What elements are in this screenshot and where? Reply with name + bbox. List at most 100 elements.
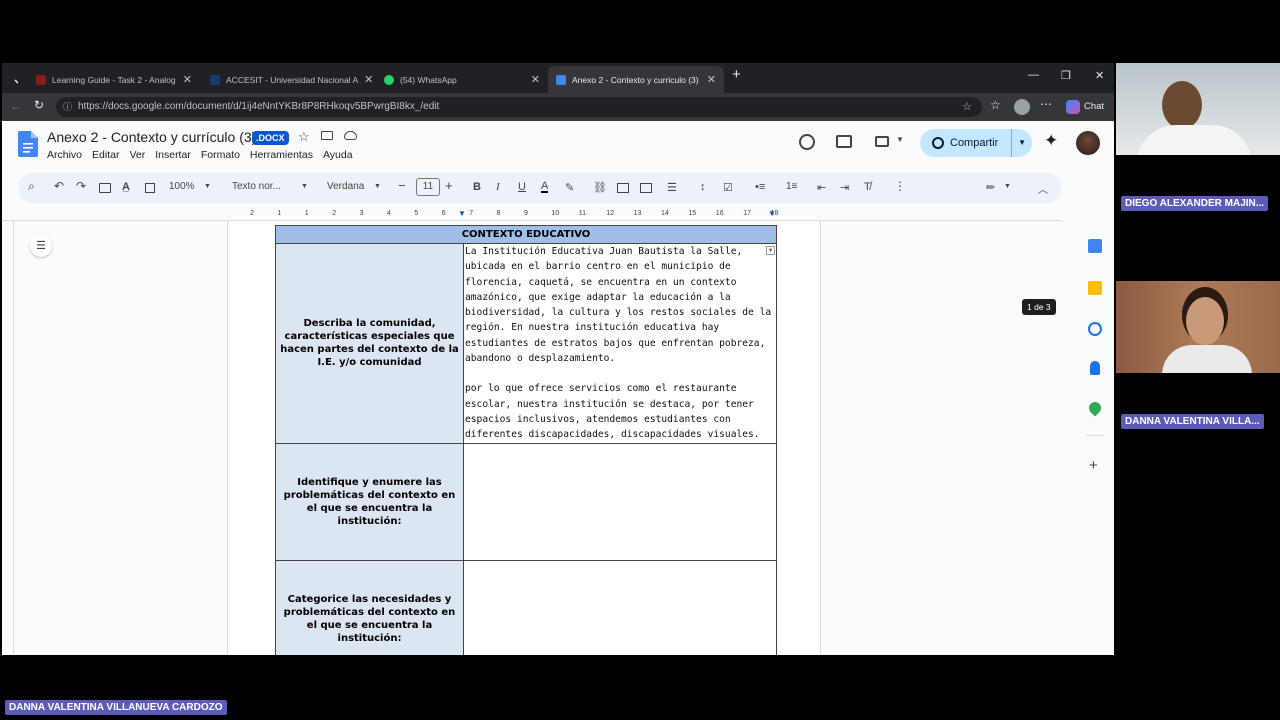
minimize-button[interactable]: — (1028, 69, 1039, 81)
answer-cell[interactable]: ▼ La Institución Educativa Juan Bautista… (463, 243, 777, 444)
video-tile-danna[interactable] (1116, 281, 1280, 373)
decrease-indent-icon[interactable]: ⇤ (817, 181, 826, 194)
chevron-down-icon[interactable]: ▼ (1004, 183, 1011, 190)
chevron-down-icon[interactable]: ▼ (204, 183, 211, 190)
collapse-toolbar-icon[interactable]: ︿ (1038, 181, 1048, 196)
comments-icon[interactable] (836, 135, 852, 148)
indent-marker[interactable]: ▼ (458, 209, 466, 218)
chevron-down-icon[interactable]: ▼ (374, 183, 381, 190)
print-icon[interactable] (99, 183, 111, 193)
answer-cell[interactable] (463, 442, 777, 561)
favorites-icon[interactable]: ☆ (990, 98, 1001, 112)
close-icon[interactable]: ✕ (707, 73, 716, 86)
document-title[interactable]: Anexo 2 - Contexto y currículo (3) (47, 129, 256, 145)
back-icon[interactable]: ← (10, 99, 22, 113)
horizontal-ruler[interactable]: 2 1 1 2 3 4 5 6 7 8 9 10 11 12 13 14 15 16 17 18 ▼ ▼ (2, 209, 1062, 221)
paint-format-icon[interactable] (145, 183, 155, 193)
menu-herramientas[interactable]: Herramientas (250, 149, 313, 161)
checklist-icon[interactable]: ☑ (723, 181, 733, 194)
copilot-icon[interactable] (1066, 100, 1080, 114)
chevron-down-icon[interactable]: ▼ (301, 183, 308, 190)
maximize-button[interactable]: ❐ (1061, 69, 1071, 82)
profile-avatar[interactable] (1014, 99, 1030, 115)
text-color-icon[interactable]: A (541, 181, 549, 193)
editing-mode-icon[interactable]: ✏ (986, 181, 995, 194)
menu-editar[interactable]: Editar (92, 149, 119, 161)
move-folder-icon[interactable] (321, 131, 333, 140)
bulleted-list-icon[interactable]: •≡ (755, 181, 765, 193)
outline-icon[interactable]: ☰ (30, 235, 52, 257)
search-menus-icon[interactable]: ⌕ (28, 179, 35, 194)
tasks-icon[interactable] (1088, 322, 1102, 336)
meet-icon[interactable] (875, 136, 889, 147)
close-icon[interactable]: ✕ (364, 73, 373, 86)
document-canvas[interactable]: ☰ CONTEXTO EDUCATIVO Describa la comunid… (2, 221, 1062, 655)
tab-anexo-active[interactable]: Anexo 2 - Contexto y curriculo (3) ✕ (548, 66, 724, 93)
menu-insertar[interactable]: Insertar (155, 149, 191, 161)
question-cell[interactable]: Categorice las necesidades y problemátic… (275, 559, 464, 655)
docs-logo-icon[interactable] (18, 131, 38, 157)
spellcheck-icon[interactable]: A̲ (122, 181, 130, 193)
reload-icon[interactable]: ↻ (34, 98, 44, 112)
calendar-icon[interactable] (1088, 239, 1102, 253)
align-icon[interactable]: ☰ (667, 181, 677, 194)
font-size-input[interactable]: 11 (416, 178, 440, 196)
decrease-font-icon[interactable]: − (398, 178, 406, 193)
bold-icon[interactable]: B (473, 181, 481, 193)
underline-icon[interactable]: U (518, 181, 526, 193)
undo-icon[interactable]: ↶ (54, 179, 64, 193)
gemini-icon[interactable]: ✦ (1044, 131, 1058, 151)
increase-indent-icon[interactable]: ⇥ (840, 181, 849, 194)
indent-marker[interactable]: ▼ (768, 209, 776, 218)
cloud-status-icon[interactable] (344, 131, 357, 140)
url-field[interactable]: ⓘ https://docs.google.com/document/d/1ij… (56, 97, 982, 117)
tab-list-button[interactable] (6, 68, 26, 95)
clear-format-icon[interactable]: T̸ (864, 181, 871, 193)
numbered-list-icon[interactable]: 1≡ (786, 181, 797, 192)
star-icon[interactable]: ☆ (298, 129, 310, 145)
question-cell[interactable]: Identifique y enumere las problemáticas … (275, 442, 464, 561)
font-select[interactable]: Verdana (327, 181, 364, 192)
site-info-icon[interactable]: ⓘ (63, 97, 72, 117)
more-vert-icon[interactable]: ⋮ (894, 179, 906, 193)
line-spacing-icon[interactable]: ↕ (700, 181, 706, 193)
new-tab-button[interactable]: + (732, 66, 741, 83)
close-icon[interactable]: ✕ (531, 73, 540, 86)
keep-icon[interactable] (1088, 281, 1102, 295)
menu-archivo[interactable]: Archivo (47, 149, 82, 161)
zoom-select[interactable]: 100% (169, 181, 195, 192)
history-icon[interactable] (799, 134, 815, 150)
maps-icon[interactable] (1086, 399, 1104, 417)
increase-font-icon[interactable]: + (445, 178, 453, 193)
account-avatar[interactable] (1076, 131, 1100, 155)
menu-ver[interactable]: Ver (129, 149, 145, 161)
menu-ayuda[interactable]: Ayuda (323, 149, 353, 161)
image-icon[interactable] (640, 183, 652, 193)
tab-whatsapp[interactable]: (54) WhatsApp ✕ (376, 66, 548, 93)
chevron-down-icon[interactable]: ▼ (1011, 129, 1026, 157)
highlight-icon[interactable]: ✎ (565, 181, 574, 194)
more-icon[interactable]: ⋯ (1040, 97, 1052, 111)
paragraph-style-select[interactable]: Texto nor... (232, 181, 281, 192)
link-icon[interactable]: ⛓ (593, 181, 607, 194)
tab-accesit[interactable]: ACCESIT - Universidad Nacional A ✕ (202, 66, 374, 93)
cell-menu-icon[interactable]: ▼ (766, 246, 775, 255)
question-cell[interactable]: Describa la comunidad, características e… (275, 243, 464, 444)
menu-formato[interactable]: Formato (201, 149, 240, 161)
comment-add-icon[interactable] (617, 183, 629, 193)
vertical-ruler[interactable] (2, 221, 14, 655)
tab-learning-guide[interactable]: Learning Guide - Task 2 - Analog ✕ (28, 66, 200, 93)
chevron-down-icon[interactable]: ▼ (896, 135, 904, 144)
italic-icon[interactable]: I (496, 181, 500, 193)
contacts-icon[interactable] (1090, 361, 1100, 375)
star-icon[interactable]: ☆ (962, 97, 972, 117)
answer-cell[interactable] (463, 559, 777, 655)
share-button[interactable]: Compartir ▼ (920, 129, 1032, 157)
add-addon-icon[interactable]: + (1089, 457, 1098, 474)
close-icon[interactable]: ✕ (183, 73, 192, 86)
chat-button[interactable]: Chat (1084, 101, 1104, 112)
video-tile-diego[interactable] (1116, 63, 1280, 155)
document-page[interactable]: CONTEXTO EDUCATIVO Describa la comunidad… (227, 221, 821, 655)
close-window-button[interactable]: ✕ (1095, 69, 1104, 82)
redo-icon[interactable]: ↷ (76, 179, 86, 193)
